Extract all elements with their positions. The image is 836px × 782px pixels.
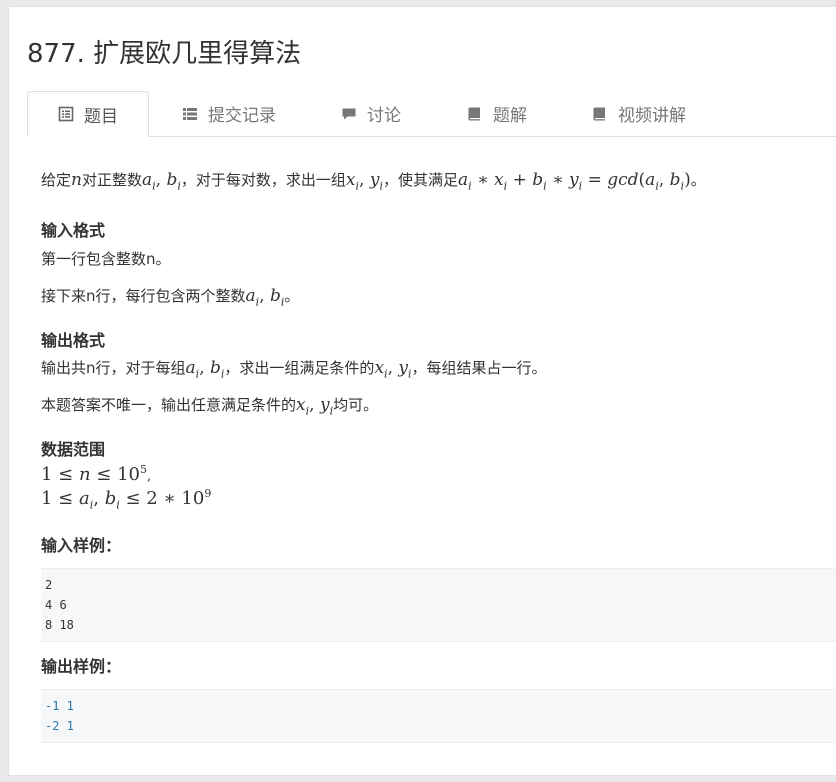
tab-label: 提交记录 xyxy=(208,106,276,126)
sample-input-heading: 输入样例： xyxy=(41,536,122,555)
tab-bar: 题目 提交记录 讨论 题解 视频讲解 xyxy=(27,91,836,137)
code-line: -1 1 xyxy=(45,699,74,713)
math-xi-yi: xi, yi xyxy=(296,395,334,418)
data-range-line2: 1 ≤ ai, bi ≤ 2 ∗ 109 xyxy=(41,487,212,512)
output-text: 均可。 xyxy=(333,396,379,414)
input-text: 接下来n行，每行包含两个整数 xyxy=(41,287,246,305)
input-format-heading: 输入格式 xyxy=(41,221,106,240)
output-text: ，每组结果占一行。 xyxy=(411,359,547,377)
data-range-heading: 数据范围 xyxy=(41,440,106,459)
book-icon xyxy=(593,107,605,120)
input-format-line2: 接下来n行，每行包含两个整数ai, bi。 xyxy=(41,285,299,308)
input-format-line1: 第一行包含整数n。 xyxy=(41,250,171,268)
math-ai-bi: ai, bi xyxy=(245,286,285,309)
output-format-line2: 本题答案不唯一，输出任意满足条件的xi, yi均可。 xyxy=(41,394,378,417)
document-icon xyxy=(58,106,74,122)
sample-output-code[interactable]: -1 1 -2 1 xyxy=(41,689,836,743)
code-line: -2 1 xyxy=(45,719,74,733)
math-xi-yi: xi, yi xyxy=(345,170,383,193)
comment-icon xyxy=(342,108,356,119)
output-text: 本题答案不唯一，输出任意满足条件的 xyxy=(41,396,297,414)
problem-card: 877. 扩展欧几里得算法 题目 提交记录 讨论 题解 视频讲解 给定n对正整数… xyxy=(8,6,836,776)
data-range-line1: 1 ≤ n ≤ 105, xyxy=(41,463,152,485)
tab-label: 讨论 xyxy=(367,106,401,126)
tab-label: 视频讲解 xyxy=(618,106,686,126)
tab-discussion[interactable]: 讨论 xyxy=(341,91,401,136)
output-format-heading: 输出格式 xyxy=(41,331,106,350)
page-title: 877. 扩展欧几里得算法 xyxy=(27,39,302,69)
statement-text: ，对于每对数，求出一组 xyxy=(180,171,346,189)
statement-text: 。 xyxy=(690,171,706,189)
output-text: ，求出一组满足条件的 xyxy=(224,359,375,377)
code-line: 8 18 xyxy=(45,618,74,632)
math-ai-bi: ai, bi xyxy=(141,170,181,193)
tab-solutions[interactable]: 题解 xyxy=(467,91,527,136)
math-xi-yi: xi, yi xyxy=(374,358,412,381)
book-icon xyxy=(468,107,480,120)
code-line: 4 6 xyxy=(45,598,67,612)
tab-label: 题目 xyxy=(84,106,118,127)
tab-video[interactable]: 视频讲解 xyxy=(592,91,686,136)
code-line: 2 xyxy=(45,578,53,592)
output-format-line1: 输出共n行，对于每组ai, bi，求出一组满足条件的xi, yi，每组结果占一行… xyxy=(41,357,547,380)
input-text: 。 xyxy=(284,287,300,305)
list-icon xyxy=(183,107,197,120)
statement-line: 给定n对正整数ai, bi，对于每对数，求出一组xi, yi，使其满足ai ∗ … xyxy=(41,169,706,192)
sample-output-heading: 输出样例： xyxy=(41,657,122,676)
statement-text: ，使其满足 xyxy=(382,171,458,189)
tab-label: 题解 xyxy=(493,106,527,126)
math-equation: ai ∗ xi + bi ∗ yi = gcd(ai, bi) xyxy=(458,170,691,193)
tab-submissions[interactable]: 提交记录 xyxy=(182,91,276,136)
math-ai-bi: ai, bi xyxy=(185,358,225,381)
math-n: n xyxy=(71,170,82,190)
statement-text: 对正整数 xyxy=(81,171,142,189)
output-text: 输出共n行，对于每组 xyxy=(41,359,186,377)
statement-text: 给定 xyxy=(41,171,72,189)
sample-input-code[interactable]: 2 4 6 8 18 xyxy=(41,568,836,642)
tab-problem[interactable]: 题目 xyxy=(27,91,149,137)
